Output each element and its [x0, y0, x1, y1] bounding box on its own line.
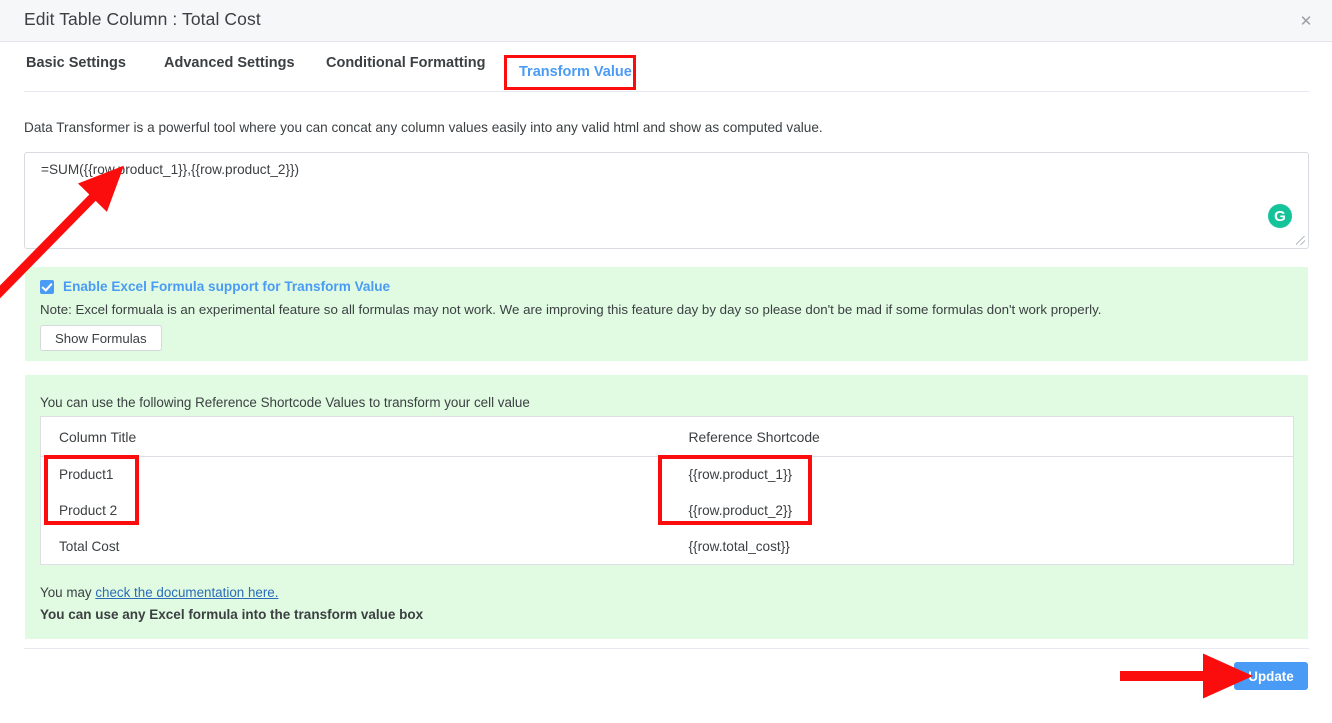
- excel-formula-hint: You can use any Excel formula into the t…: [40, 607, 424, 622]
- transform-value-textarea-wrapper: G: [24, 152, 1309, 249]
- excel-formula-note: Note: Excel formuala is an experimental …: [40, 302, 1102, 317]
- documentation-line: You may check the documentation here.: [40, 585, 278, 600]
- checkbox-checked-icon[interactable]: [40, 279, 54, 294]
- grammarly-icon[interactable]: G: [1268, 204, 1292, 228]
- edit-table-column-modal: Edit Table Column : Total Cost ✕ Basic S…: [0, 0, 1332, 723]
- table-row: Total Cost {{row.total_cost}}: [41, 529, 1294, 565]
- annotation-box-product-shortcodes: [658, 455, 812, 525]
- annotation-box-product-titles: [44, 455, 139, 525]
- tab-advanced-settings[interactable]: Advanced Settings: [162, 51, 297, 75]
- cell-reference-shortcode: {{row.total_cost}}: [688, 538, 790, 554]
- documentation-prefix: You may: [40, 585, 96, 600]
- textarea-resize-handle[interactable]: [1295, 235, 1306, 246]
- tab-conditional-formatting[interactable]: Conditional Formatting: [324, 51, 487, 75]
- column-header-column-title: Column Title: [40, 416, 669, 457]
- update-button[interactable]: Update: [1234, 662, 1308, 690]
- close-icon[interactable]: ✕: [1293, 8, 1319, 34]
- tab-transform-value[interactable]: Transform Value: [519, 64, 632, 80]
- footer-divider: [24, 648, 1309, 649]
- show-formulas-button[interactable]: Show Formulas: [40, 325, 162, 351]
- table-head: Column Title Reference Shortcode: [40, 416, 1294, 457]
- shortcode-intro-text: You can use the following Reference Shor…: [40, 395, 530, 410]
- transform-value-input[interactable]: [41, 162, 1271, 177]
- enable-excel-formula-row[interactable]: Enable Excel Formula support for Transfo…: [40, 279, 390, 294]
- transformer-description: Data Transformer is a powerful tool wher…: [24, 120, 823, 135]
- page-title: Edit Table Column : Total Cost: [24, 9, 261, 29]
- enable-excel-formula-label[interactable]: Enable Excel Formula support for Transfo…: [63, 279, 390, 294]
- modal-header: Edit Table Column : Total Cost ✕: [0, 0, 1332, 42]
- documentation-link[interactable]: check the documentation here.: [95, 585, 278, 600]
- table-header-row: Column Title Reference Shortcode: [40, 416, 1294, 457]
- tab-basic-settings[interactable]: Basic Settings: [24, 51, 128, 75]
- cell-column-title: Total Cost: [59, 538, 120, 554]
- excel-formula-panel: Enable Excel Formula support for Transfo…: [25, 267, 1308, 361]
- column-header-reference-shortcode: Reference Shortcode: [668, 416, 1294, 457]
- tab-bar: Basic Settings Advanced Settings Conditi…: [24, 51, 1309, 92]
